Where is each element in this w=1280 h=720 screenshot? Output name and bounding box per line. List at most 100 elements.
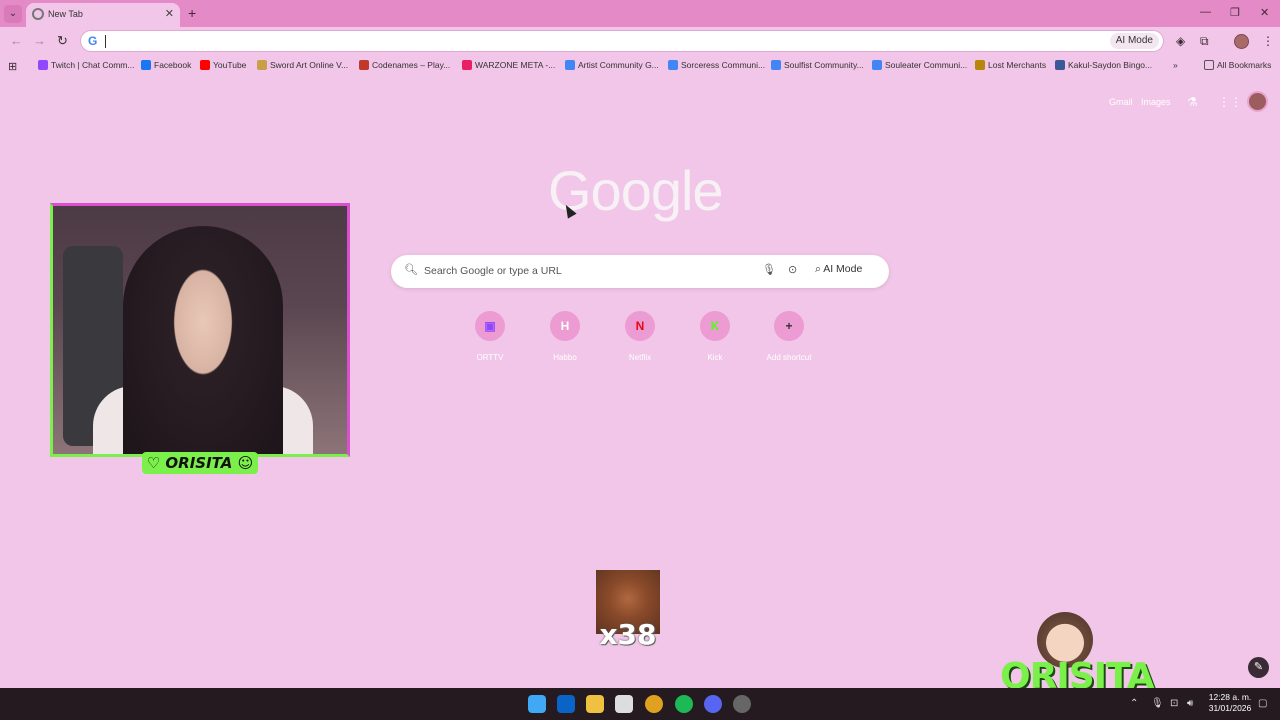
search-placeholder: Search Google or type a URL (424, 265, 562, 277)
notification-icon[interactable]: ▢ (1258, 698, 1267, 709)
reload-button[interactable]: ↻ (57, 33, 68, 49)
shortcut-tile[interactable]: H Habbo (535, 311, 595, 365)
search-ai-mode-label: AI Mode (823, 263, 863, 275)
tray-volume-icon[interactable]: 🔊︎ (1187, 698, 1193, 709)
shortcut-label: Netflix (628, 353, 652, 362)
bookmark-item[interactable]: Twitch | Chat Comm... (38, 60, 134, 70)
microphone-icon[interactable]: 🎙︎ (762, 263, 776, 276)
gmail-link[interactable]: Gmail (1109, 97, 1133, 107)
tab-strip: ⌄ New Tab ✕ + — ❐ ✕ (0, 0, 1280, 27)
restore-button[interactable]: ❐ (1230, 6, 1240, 19)
bookmark-label: Facebook (154, 60, 192, 70)
discord-icon[interactable] (704, 695, 722, 713)
clock[interactable]: 12:28 a. m. 31/01/2026 (1204, 692, 1256, 714)
webcam-feed (50, 203, 350, 457)
bookmark-item[interactable]: Kakul-Saydon Bingo... (1055, 60, 1152, 70)
back-button[interactable]: ← (10, 33, 23, 48)
apps-grid-icon[interactable]: ⊞ (8, 60, 17, 73)
chrome-icon (32, 8, 44, 20)
bookmark-label: Codenames – Play... (372, 60, 451, 70)
shortcut-tile[interactable]: K Kick (685, 311, 745, 365)
minimize-button[interactable]: — (1200, 6, 1211, 18)
bookmark-favicon-icon (359, 60, 369, 70)
bookmark-item[interactable]: Souleater Communi... (872, 60, 967, 70)
webcam-person (123, 226, 283, 454)
shortcut-icon: + (774, 311, 804, 341)
shortcut-glyph: ▣ (484, 319, 496, 333)
bookmark-item[interactable]: Codenames – Play... (359, 60, 450, 70)
shortcut-glyph: H (560, 319, 570, 333)
bookmark-favicon-icon (257, 60, 267, 70)
tab-new-tab[interactable]: New Tab ✕ (26, 3, 180, 27)
chrome-taskbar-icon[interactable] (645, 695, 663, 713)
shortcut-tile[interactable]: ▣ ORTTV (460, 311, 520, 365)
shortcut-label: ORTTV (476, 353, 504, 362)
ntp-profile-avatar[interactable] (1247, 91, 1268, 112)
profile-avatar[interactable] (1234, 34, 1249, 49)
extension-icon[interactable]: ◈ (1176, 34, 1185, 48)
close-icon[interactable]: ✕ (165, 7, 174, 20)
clock-time: 12:28 a. m. (1208, 692, 1252, 702)
bookmark-item[interactable]: Artist Community G... (565, 60, 659, 70)
shortcut-label: Kick (707, 353, 723, 362)
customize-pencil-icon[interactable]: ✎ (1248, 657, 1269, 678)
text-caret (105, 35, 106, 48)
tray-chevron-icon[interactable]: ⌃ (1130, 698, 1138, 709)
forward-button[interactable]: → (33, 33, 46, 48)
shortcut-label: Add shortcut (766, 353, 812, 362)
shortcut-icon: ▣ (475, 311, 505, 341)
omnibox-ai-mode-button[interactable]: AI Mode (1109, 33, 1159, 49)
tab-search-button[interactable]: ⌄ (4, 5, 22, 23)
bookmark-favicon-icon (975, 60, 985, 70)
lens-camera-icon[interactable]: ⊙ (788, 263, 797, 276)
shortcut-label: Habbo (553, 353, 577, 362)
bookmark-favicon-icon (872, 60, 882, 70)
bookmark-label: Souleater Communi... (885, 60, 968, 70)
bookmark-item[interactable]: Facebook (141, 60, 191, 70)
labs-flask-icon[interactable]: ⚗ (1187, 95, 1198, 109)
bookmark-favicon-icon (668, 60, 678, 70)
brand-overlay: ORISITA (1000, 612, 1155, 697)
new-tab-button[interactable]: + (188, 5, 196, 21)
snipping-tool-icon[interactable] (615, 695, 633, 713)
images-link[interactable]: Images (1141, 97, 1171, 107)
emote-overlay: x38 (596, 570, 660, 652)
address-bar[interactable]: G AI Mode (80, 30, 1164, 52)
google-apps-icon[interactable]: ⋮⋮ (1218, 95, 1242, 109)
clock-date: 31/01/2026 (1208, 703, 1252, 713)
bookmark-item[interactable]: Sorceress Communi... (668, 60, 765, 70)
bookmark-item[interactable]: Soulfist Community... (771, 60, 864, 70)
bookmark-favicon-icon (200, 60, 210, 70)
bookmark-label: WARZONE META -... (475, 60, 556, 70)
search-ai-mode-button[interactable]: ⌕ AI Mode (815, 263, 862, 276)
menu-kebab-icon[interactable]: ⋮ (1262, 34, 1274, 48)
shortcut-icon: H (550, 311, 580, 341)
tray-network-icon[interactable]: ⊡ (1170, 698, 1178, 709)
bookmark-item[interactable]: YouTube (200, 60, 246, 70)
windows-start-icon[interactable] (528, 695, 546, 713)
shortcut-tile[interactable]: + Add shortcut (759, 311, 819, 365)
bookmark-label: Sorceress Communi... (681, 60, 766, 70)
window-close-button[interactable]: ✕ (1260, 6, 1269, 19)
bookmark-label: Lost Merchants (988, 60, 1047, 70)
bookmark-item[interactable]: Lost Merchants (975, 60, 1046, 70)
outlook-icon[interactable] (557, 695, 575, 713)
webcam-name-badge: ♡ ORISITA ☺ (142, 452, 258, 474)
bookmark-favicon-icon (771, 60, 781, 70)
taskbar: ⌃ 🎙︎ ⊡ 🔊︎ 12:28 a. m. 31/01/2026 ▢ (0, 688, 1280, 720)
shortcut-tile[interactable]: N Netflix (610, 311, 670, 365)
search-box[interactable]: 🔍︎ Search Google or type a URL 🎙︎ ⊙ ⌕ AI… (391, 255, 889, 288)
bookmarks-overflow-button[interactable]: » (1173, 60, 1178, 70)
extensions-puzzle-icon[interactable]: ⧉ (1200, 34, 1209, 49)
shortcut-glyph: + (785, 319, 793, 333)
app-icon[interactable] (733, 695, 751, 713)
bookmark-item[interactable]: Sword Art Online V... (257, 60, 348, 70)
tray-microphone-icon[interactable]: 🎙︎ (1151, 698, 1164, 709)
file-explorer-icon[interactable] (586, 695, 604, 713)
bookmark-favicon-icon (38, 60, 48, 70)
bookmark-item[interactable]: WARZONE META -... (462, 60, 555, 70)
all-bookmarks-button[interactable]: All Bookmarks (1204, 60, 1271, 70)
search-icon: 🔍︎ (404, 264, 418, 276)
bookmark-favicon-icon (565, 60, 575, 70)
spotify-icon[interactable] (675, 695, 693, 713)
